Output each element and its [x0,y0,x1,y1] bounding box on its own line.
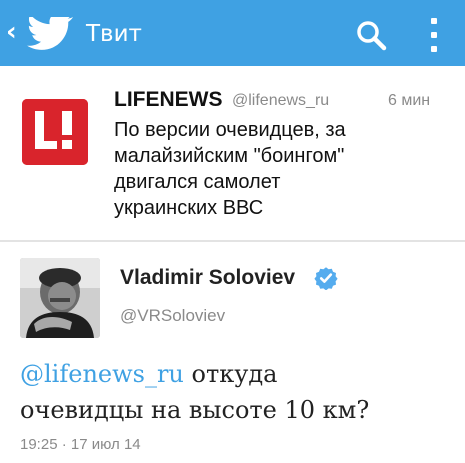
overflow-menu-icon[interactable] [428,16,440,54]
user-photo-avatar-image [20,258,100,338]
user-photo-avatar[interactable] [20,258,100,338]
verified-badge-icon [314,267,338,290]
screen-title: Твит [86,21,142,47]
author-handle[interactable]: @lifenews_ru [232,91,329,111]
search-icon[interactable] [355,19,387,51]
tweet-text: @lifenews_ru откуда очевидцы на высоте 1… [20,356,450,428]
tweet-text-line: двигался самолет [114,171,281,193]
tweet-divider [0,240,465,242]
tweet-lifenews[interactable]: LIFENEWS @lifenews_ru 6 мин По версии оч… [0,66,465,242]
tweet-time: 6 мин [388,92,431,109]
back-chevron-icon[interactable]: ‹ [6,17,17,47]
tweet-detail-screen: ‹ Твит LIFENEWS @lifenews_ru 6 мин По ве… [0,0,465,463]
tweet-text-line: По версии очевидцев, за [114,119,346,141]
tweet-text: По версии очевидцев, за малайзийским "бо… [114,117,414,221]
twitter-bird-icon[interactable] [27,17,75,51]
tweet-text-line: украинских ВВС [114,197,264,219]
author-name[interactable]: LIFENEWS [114,88,223,112]
tweet-text-line: @lifenews_ru откуда [20,356,450,392]
action-bar: ‹ Твит [0,0,465,66]
lifenews-logo-avatar[interactable] [22,99,88,165]
mention-link[interactable]: @lifenews_ru [20,360,184,388]
author-handle[interactable]: @VRSoloviev [120,306,225,326]
tweet-text-line: малайзийским "боингом" [114,145,345,167]
lifenews-logo [22,99,88,165]
tweet-timestamp: 19:25 · 17 июл 14 [20,436,141,453]
tweet-text-fragment: откуда [183,360,278,388]
author-name[interactable]: Vladimir Soloviev [120,266,295,290]
tweet-text-line: очевидцы на высоте 10 км? [20,396,370,424]
